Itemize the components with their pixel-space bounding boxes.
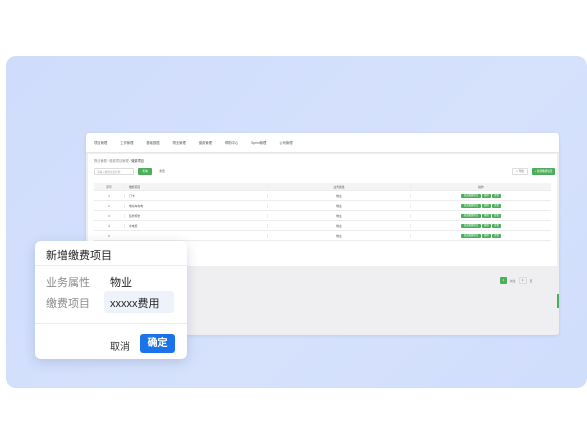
header-item: 缴费项目: [124, 184, 267, 189]
fee-item-label: 缴费项目: [46, 298, 90, 310]
table-header: 序号 缴费项目 业务属性 操作: [94, 183, 551, 191]
header-no: 序号: [106, 184, 112, 189]
fee-items-table: 序号 缴费项目 业务属性 操作 1 门卡 物业 修改缴费项目 删除 查看 2 电动车充电 物业修…: [94, 183, 551, 241]
delete-button[interactable]: 删除: [482, 233, 491, 238]
cell-actions: 修改缴费项目 删除 查看: [410, 193, 551, 198]
cell-type: 物业: [267, 233, 410, 238]
page-unit: 页: [529, 278, 533, 283]
edit-fee-item-button[interactable]: 修改缴费项目: [461, 193, 481, 198]
view-button[interactable]: 查看: [492, 193, 501, 198]
cell-no: 1: [108, 193, 110, 198]
business-type-value: 物业: [110, 277, 132, 289]
table-row: 1 门卡 物业 修改缴费项目 删除 查看: [94, 191, 551, 201]
page-current[interactable]: 1: [500, 277, 507, 284]
cell-item: 装修押金: [124, 213, 267, 218]
add-fee-item-button[interactable]: + 新增缴费项目: [532, 168, 555, 175]
cell-type: 物业: [267, 223, 410, 228]
delete-button[interactable]: 删除: [482, 193, 491, 198]
export-label: 导出: [518, 170, 525, 173]
breadcrumb-current: 缴费项目: [131, 159, 144, 163]
pagination: 1 前往 1 页: [500, 277, 532, 284]
cell-item: 水电费: [124, 223, 267, 228]
nav-item-work[interactable]: 工作管理: [120, 140, 133, 145]
add-label: 新增缴费项目: [536, 170, 553, 173]
confirm-button[interactable]: 确定: [140, 334, 175, 353]
business-type-label: 业务属性: [46, 277, 90, 289]
search-input[interactable]: 请输入缴费项目名称: [94, 168, 134, 175]
dialog-footer-divider: [35, 323, 187, 324]
fee-item-input[interactable]: xxxxx费用: [104, 291, 174, 313]
dialog-title: 新增缴费项目: [46, 250, 112, 262]
header-type: 业务属性: [267, 184, 410, 189]
nav-item-help[interactable]: 帮助中心: [225, 140, 238, 145]
cell-no: 5: [108, 233, 110, 238]
nav-item-property[interactable]: 物业管理: [173, 140, 186, 145]
cell-actions: 修改缴费项目 删除 查看: [410, 203, 551, 208]
edit-fee-item-button[interactable]: 修改缴费项目: [461, 223, 481, 228]
table-row: 3 装修押金 物业 修改缴费项目 删除 查看: [94, 211, 551, 221]
cell-no: 3: [108, 213, 110, 218]
toolbar: 请输入缴费项目名称 查询 重置 ⇩ 导出 + 新增缴费项目: [94, 168, 555, 177]
edit-fee-item-button[interactable]: 修改缴费项目: [461, 203, 481, 208]
dialog-header-divider: [35, 265, 187, 266]
view-button[interactable]: 查看: [492, 203, 501, 208]
export-button[interactable]: ⇩ 导出: [512, 168, 528, 175]
edit-fee-item-button[interactable]: 修改缴费项目: [461, 233, 481, 238]
delete-button[interactable]: 删除: [482, 213, 491, 218]
nav-item-basic-data[interactable]: 基础数据: [146, 140, 159, 145]
view-button[interactable]: 查看: [492, 233, 501, 238]
cell-actions: 修改缴费项目 删除 查看: [410, 223, 551, 228]
page-goto-label: 前往: [510, 278, 516, 283]
cell-item: 门卡: [124, 193, 267, 198]
cell-item: 电动车充电: [124, 203, 267, 208]
page-goto-input[interactable]: 1: [518, 277, 527, 284]
cell-no: 4: [108, 223, 110, 228]
nav-item-projects[interactable]: 项目管理: [94, 140, 107, 145]
table-row: 2 电动车充电 物业 修改缴费项目 删除 查看: [94, 201, 551, 211]
table-row: 4 水电费 物业 修改缴费项目 删除 查看: [94, 221, 551, 231]
cell-actions: 修改缴费项目 删除 查看: [410, 213, 551, 218]
breadcrumb-item[interactable]: 物业管理: [94, 159, 107, 163]
delete-button[interactable]: 删除: [482, 203, 491, 208]
cell-no: 2: [108, 203, 110, 208]
cell-type: 物业: [267, 203, 410, 208]
view-button[interactable]: 查看: [492, 223, 501, 228]
export-icon: ⇩: [515, 170, 519, 173]
search-button[interactable]: 查询: [138, 168, 152, 175]
nav-item-company[interactable]: 公司管理: [279, 140, 292, 145]
cell-actions: 修改缴费项目 删除 查看: [410, 233, 551, 238]
add-fee-item-dialog: 新增缴费项目 业务属性 物业 缴费项目 xxxxx费用 取消 确定: [35, 241, 187, 359]
cell-type: 物业: [267, 213, 410, 218]
reset-button[interactable]: 重置: [156, 168, 168, 175]
cell-type: 物业: [267, 193, 410, 198]
table-row: 5 物业 修改缴费项目 删除 查看: [94, 231, 551, 241]
top-nav: 项目管理 工作管理 基础数据 物业管理 缴费管理 帮助中心 Sprint管理 公…: [86, 133, 559, 153]
breadcrumb-item[interactable]: 缴费项目管理: [109, 159, 128, 163]
view-button[interactable]: 查看: [492, 213, 501, 218]
breadcrumb: 物业管理 / 缴费项目管理 / 缴费项目: [94, 159, 144, 163]
side-tab[interactable]: [557, 294, 559, 308]
cancel-button[interactable]: 取消: [110, 338, 130, 353]
header-actions: 操作: [410, 184, 551, 189]
delete-button[interactable]: 删除: [482, 223, 491, 228]
nav-item-sprint[interactable]: Sprint管理: [251, 140, 266, 145]
edit-fee-item-button[interactable]: 修改缴费项目: [461, 213, 481, 218]
nav-item-fees[interactable]: 缴费管理: [199, 140, 212, 145]
